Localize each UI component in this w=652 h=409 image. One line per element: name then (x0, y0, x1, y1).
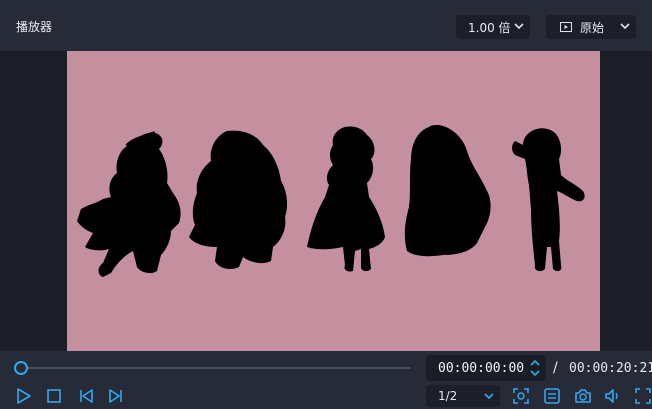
video-stage[interactable] (0, 51, 652, 351)
title-bar: 播放器 1.00 倍 原始 (0, 0, 652, 51)
skip-previous-icon[interactable] (77, 387, 95, 405)
window-title: 播放器 (16, 20, 53, 34)
silhouettes-image (77, 125, 585, 277)
play-icon[interactable] (15, 387, 33, 405)
current-time-input[interactable]: 00:00:00:00 (426, 355, 546, 381)
spinner-arrows-icon[interactable] (530, 358, 540, 378)
fullscreen-icon[interactable] (634, 387, 652, 405)
skip-next-icon[interactable] (107, 387, 125, 405)
time-separator: / (553, 360, 558, 376)
current-time-value: 00:00:00:00 (438, 360, 525, 376)
aspect-ratio-dropdown[interactable]: 原始 (546, 15, 636, 39)
control-bar: 00:00:00:00 / 00:00:20:21 1/2 (0, 351, 652, 409)
list-icon[interactable] (543, 387, 561, 405)
page-value: 1/2 (438, 389, 458, 403)
video-frame[interactable] (67, 51, 600, 351)
screenshot-area-icon[interactable] (512, 387, 530, 405)
aspect-ratio-value: 原始 (580, 20, 605, 35)
speed-dropdown[interactable]: 1.00 倍 (456, 15, 530, 39)
seek-bar[interactable] (14, 361, 410, 375)
chevron-down-icon (484, 393, 494, 400)
stop-icon[interactable] (45, 387, 63, 405)
speed-value: 1.00 倍 (468, 20, 511, 35)
total-duration: 00:00:20:21 (569, 361, 652, 376)
screen-icon (560, 22, 572, 32)
chevron-down-icon (620, 23, 630, 30)
seek-handle[interactable] (14, 361, 28, 375)
page-dropdown[interactable]: 1/2 (426, 385, 500, 407)
chevron-down-icon (514, 23, 524, 30)
volume-icon[interactable] (604, 387, 622, 405)
camera-icon[interactable] (574, 387, 592, 405)
